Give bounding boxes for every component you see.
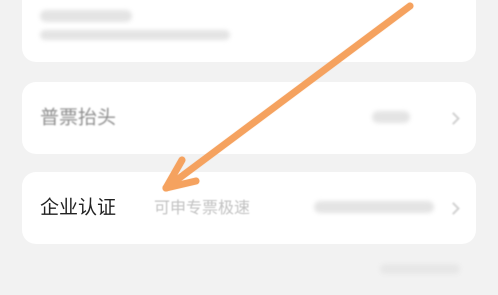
invoice-title-row[interactable]: 普票抬头 (22, 82, 476, 154)
enterprise-certification-label: 企业认证 (40, 196, 117, 219)
enterprise-certification-subtitle: 可申专票极速 (154, 198, 251, 217)
blurred-detail-text (40, 30, 230, 40)
invoice-title-label: 普票抬头 (40, 106, 117, 129)
enterprise-certification-value-blur (314, 201, 434, 213)
bottom-blurred-text (380, 264, 460, 274)
enterprise-certification-row[interactable]: 企业认证 可申专票极速 (22, 172, 476, 244)
blurred-name-text (40, 10, 132, 22)
account-summary-card (22, 0, 476, 62)
invoice-title-value-blur (372, 111, 410, 123)
chevron-right-icon (447, 202, 460, 215)
chevron-right-icon (447, 112, 460, 125)
